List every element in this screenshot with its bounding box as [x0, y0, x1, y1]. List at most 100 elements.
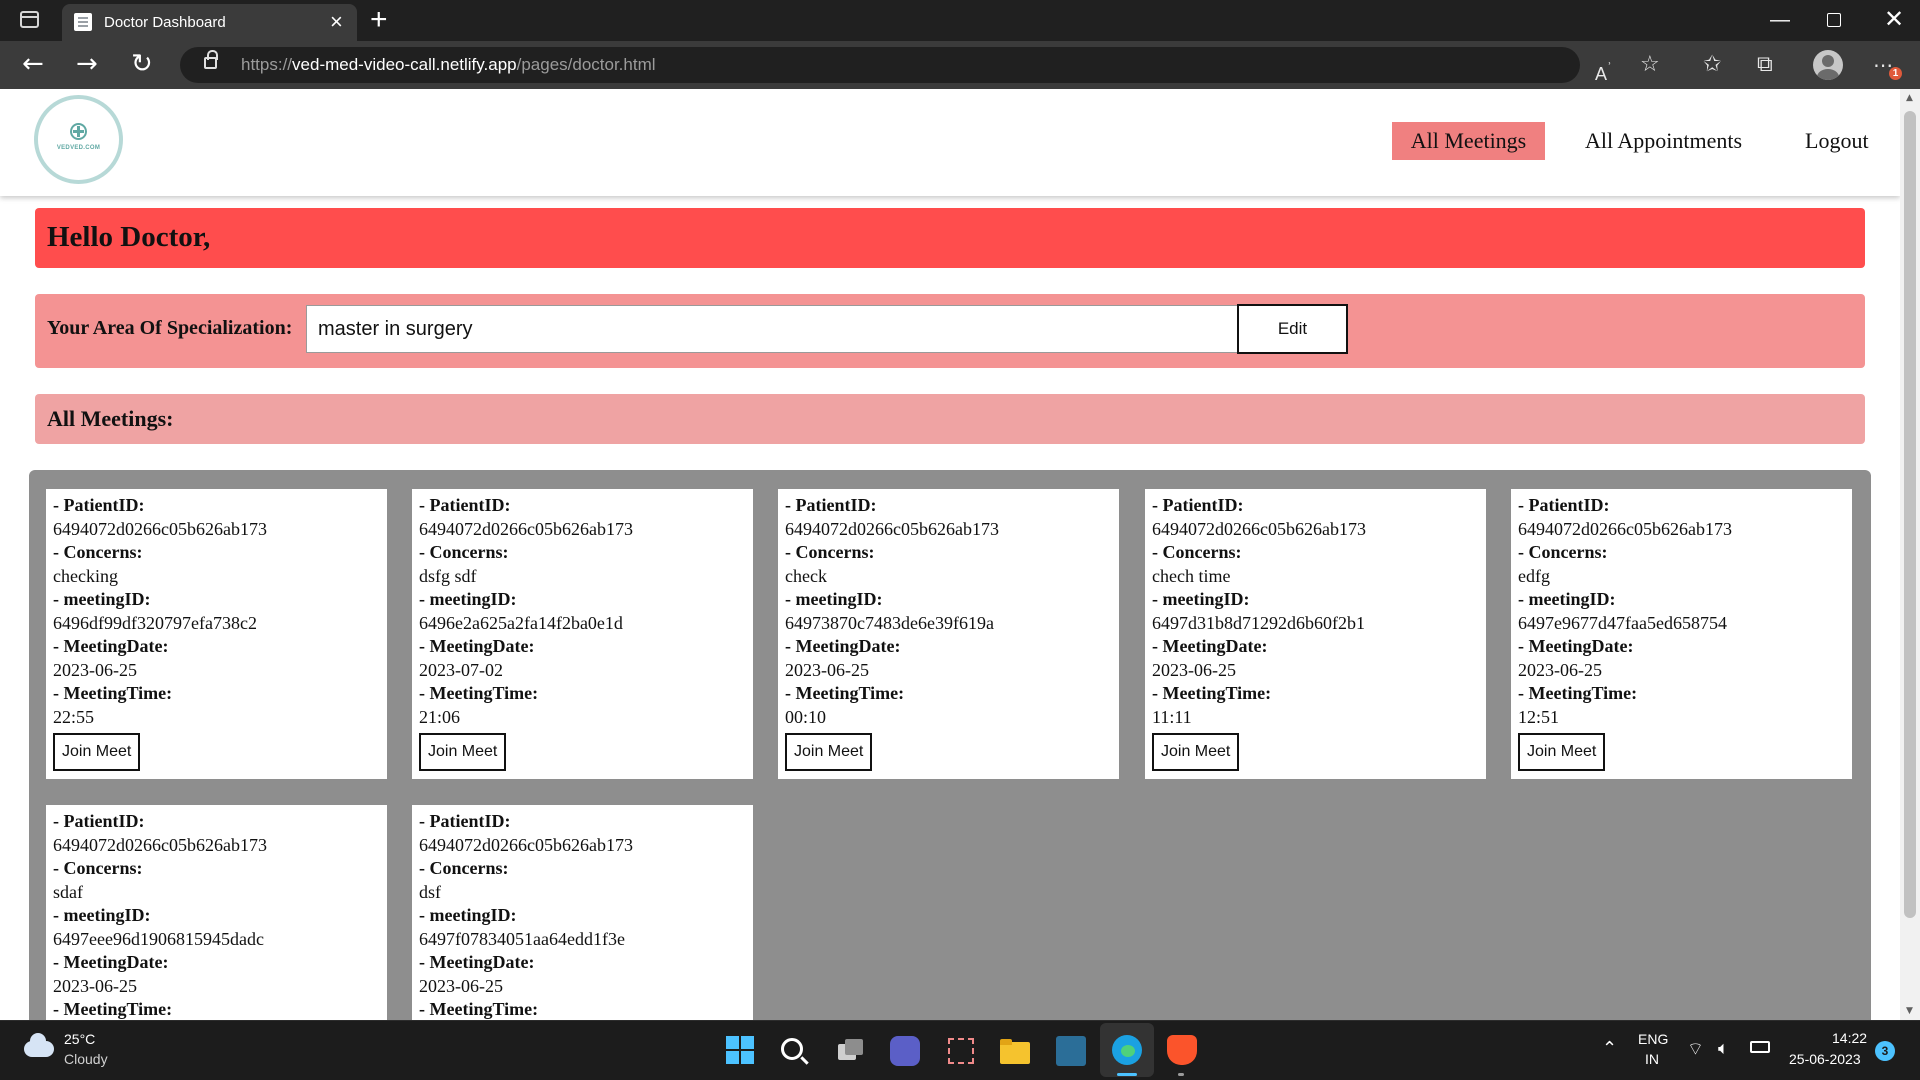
meeting-id-label: - meetingID: [1152, 589, 1250, 609]
concerns-value: dsf [419, 881, 441, 902]
meeting-id-label: - meetingID: [53, 589, 151, 609]
close-tab-icon[interactable]: × [330, 10, 343, 34]
page-scrollbar[interactable]: ▲ ▼ [1900, 89, 1920, 1020]
meeting-id-value: 6497f07834051aa64edd1f3e [419, 928, 625, 949]
scroll-up-icon[interactable]: ▲ [1906, 93, 1913, 103]
patient-id-label: - PatientID: [1518, 495, 1610, 515]
notification-count-badge[interactable]: 3 [1875, 1041, 1895, 1061]
minimize-icon[interactable]: — [1770, 6, 1790, 34]
weather-description[interactable]: Cloudy [64, 1051, 108, 1067]
reload-icon[interactable]: ↻ [131, 49, 153, 79]
notification-badge: 1 [1889, 67, 1902, 80]
patient-id-value: 6494072d0266c05b626ab173 [785, 518, 999, 539]
profile-avatar[interactable] [1813, 50, 1843, 80]
browser-toolbar: ← → ↻ https://ved-med-video-call.netlify… [0, 41, 1920, 89]
patient-id-value: 6494072d0266c05b626ab173 [419, 518, 633, 539]
browser-tab[interactable]: Doctor Dashboard × [62, 4, 357, 41]
favorites-icon[interactable]: ✩ [1703, 50, 1721, 80]
meeting-date-label: - MeetingDate: [53, 952, 169, 972]
meeting-id-value: 64973870c7483de6e39f619a [785, 612, 994, 633]
patient-id-value: 6494072d0266c05b626ab173 [1518, 518, 1732, 539]
close-window-icon[interactable]: ✕ [1884, 6, 1904, 34]
concerns-value: check [785, 565, 827, 586]
specialization-section: Your Area Of Specialization: master in s… [35, 294, 1865, 368]
meeting-date-value: 2023-06-25 [53, 975, 137, 996]
meeting-id-label: - meetingID: [1518, 589, 1616, 609]
medical-cross-icon [70, 123, 87, 140]
concerns-label: - Concerns: [53, 542, 143, 562]
snipping-tool-icon[interactable] [945, 1036, 975, 1066]
scroll-thumb[interactable] [1904, 111, 1916, 918]
patient-id-value: 6494072d0266c05b626ab173 [53, 834, 267, 855]
meeting-time-label: - MeetingTime: [419, 999, 539, 1019]
join-meet-button[interactable]: Join Meet [1152, 733, 1240, 771]
patient-id-value: 6494072d0266c05b626ab173 [53, 518, 267, 539]
meeting-id-value: 6496df99df320797efa738c2 [53, 612, 257, 633]
scroll-down-icon[interactable]: ▼ [1906, 1006, 1913, 1016]
brave-browser-icon[interactable] [1167, 1035, 1197, 1065]
meeting-time-label: - MeetingTime: [1518, 683, 1638, 703]
add-favorite-icon[interactable]: ☆ [1640, 50, 1660, 80]
address-bar[interactable]: https://ved-med-video-call.netlify.app/p… [180, 47, 1580, 83]
meetings-heading-bar: All Meetings: [35, 394, 1865, 444]
edge-browser-icon[interactable] [1112, 1035, 1142, 1065]
concerns-value: chech time [1152, 565, 1231, 586]
new-tab-icon[interactable]: + [370, 4, 388, 36]
join-meet-button[interactable]: Join Meet [785, 733, 873, 771]
patient-id-label: - PatientID: [419, 495, 511, 515]
active-app-indicator [1117, 1073, 1137, 1076]
restore-icon[interactable] [1827, 13, 1841, 27]
meeting-id-value: 6496e2a625a2fa14f2ba0e1d [419, 612, 623, 633]
join-meet-button[interactable]: Join Meet [1518, 733, 1606, 771]
nav-logout[interactable]: Logout [1805, 122, 1869, 160]
meeting-id-label: - meetingID: [419, 589, 517, 609]
meeting-card: - PatientID: 6494072d0266c05b626ab173 - … [778, 489, 1119, 779]
meeting-time-label: - MeetingTime: [1152, 683, 1272, 703]
join-meet-button[interactable]: Join Meet [53, 733, 141, 771]
patient-id-label: - PatientID: [53, 495, 145, 515]
meeting-id-value: 6497d31b8d71292d6b60f2b1 [1152, 612, 1365, 633]
site-logo[interactable]: VEDVED.COM [34, 95, 123, 184]
page-viewport: VEDVED.COM All Meetings All Appointments… [0, 89, 1900, 1020]
weather-temperature[interactable]: 25°C [64, 1031, 95, 1047]
meeting-card: - PatientID: 6494072d0266c05b626ab173 - … [46, 805, 387, 1020]
meeting-time-value: 22:55 [53, 706, 95, 727]
collections-icon[interactable]: ⧉ [1757, 50, 1773, 80]
concerns-label: - Concerns: [1152, 542, 1242, 562]
join-meet-button[interactable]: Join Meet [419, 733, 507, 771]
teams-chat-icon[interactable] [890, 1036, 920, 1066]
meeting-id-label: - meetingID: [419, 905, 517, 925]
back-icon[interactable]: ← [22, 49, 44, 79]
meeting-date-label: - MeetingDate: [1152, 636, 1268, 656]
meeting-date-label: - MeetingDate: [53, 636, 169, 656]
taskbar: 25°C Cloudy [0, 1020, 1920, 1080]
tab-title: Doctor Dashboard [104, 14, 226, 31]
search-icon[interactable] [781, 1038, 803, 1060]
meeting-time-value: 11:11 [1152, 706, 1192, 727]
meeting-date-value: 2023-06-25 [1152, 659, 1236, 680]
task-view-icon[interactable] [836, 1036, 866, 1066]
forward-icon[interactable]: → [76, 49, 98, 79]
meetings-grid: - PatientID: 6494072d0266c05b626ab173 - … [29, 470, 1871, 1020]
lock-icon[interactable] [204, 50, 218, 69]
logo-text: VEDVED.COM [56, 145, 101, 151]
meeting-date-label: - MeetingDate: [785, 636, 901, 656]
windows-start-icon[interactable] [726, 1036, 756, 1066]
url-text[interactable]: https://ved-med-video-call.netlify.app/p… [241, 55, 656, 75]
patient-id-label: - PatientID: [1152, 495, 1244, 515]
meeting-time-label: - MeetingTime: [785, 683, 905, 703]
running-app-indicator [1178, 1073, 1184, 1076]
nav-all-appointments[interactable]: All Appointments [1585, 122, 1742, 160]
file-explorer-icon[interactable] [1000, 1036, 1030, 1066]
specialization-input[interactable]: master in surgery [306, 305, 1267, 353]
mysql-workbench-icon[interactable] [1056, 1036, 1086, 1066]
nav-all-meetings[interactable]: All Meetings [1392, 122, 1545, 160]
cloud-icon[interactable] [24, 1033, 54, 1057]
edit-specialization-button[interactable]: Edit [1237, 304, 1348, 354]
sidebar-toggle-icon[interactable] [20, 11, 39, 28]
meeting-date-label: - MeetingDate: [419, 952, 535, 972]
meeting-time-label: - MeetingTime: [53, 999, 173, 1019]
concerns-label: - Concerns: [785, 542, 875, 562]
read-aloud-icon[interactable]: Aʾ [1595, 54, 1612, 89]
meeting-date-value: 2023-06-25 [1518, 659, 1602, 680]
